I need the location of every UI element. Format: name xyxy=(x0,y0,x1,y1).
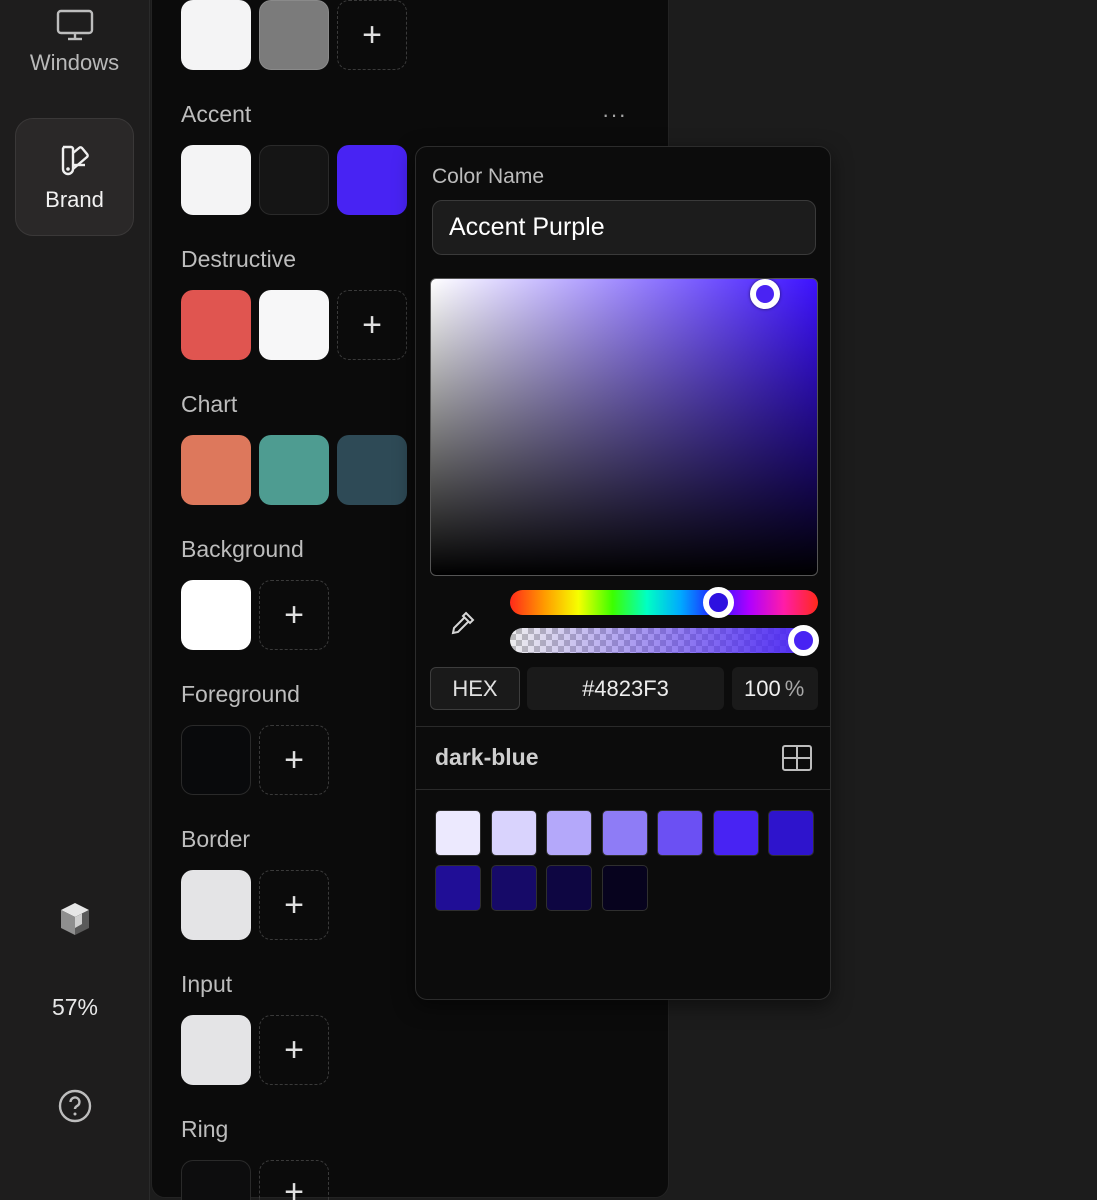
color-name-input[interactable]: Accent Purple xyxy=(432,200,816,255)
hue-slider[interactable] xyxy=(510,587,818,618)
more-options-icon[interactable]: ··· xyxy=(602,102,634,127)
nav-item-brand[interactable]: Brand xyxy=(15,118,134,236)
zoom-level[interactable]: 57% xyxy=(0,994,150,1021)
nav-label-brand: Brand xyxy=(45,187,104,212)
group-label-foreground: Foreground xyxy=(181,681,300,707)
swatch-border-1[interactable] xyxy=(181,870,251,940)
plus-icon: + xyxy=(284,1031,304,1069)
color-picker-popover: Color Name Accent Purple HEX #4823F3 100… xyxy=(415,146,831,1000)
opacity-value: 100 xyxy=(744,676,781,701)
scale-swatch[interactable] xyxy=(712,810,759,856)
add-swatch-button[interactable]: + xyxy=(259,580,329,650)
swatch-chart-3[interactable] xyxy=(337,435,407,505)
opacity-unit: % xyxy=(784,676,805,701)
swatch-input-1[interactable] xyxy=(181,1015,251,1085)
cube-logo xyxy=(0,900,150,943)
scale-swatch[interactable] xyxy=(546,810,592,856)
scale-swatch[interactable] xyxy=(435,865,481,911)
eyedropper-icon[interactable] xyxy=(449,609,477,637)
plus-icon: + xyxy=(362,16,382,54)
swatch-accent-3[interactable] xyxy=(337,145,407,215)
divider xyxy=(416,726,830,727)
plus-icon: + xyxy=(284,1173,304,1200)
group-label-input: Input xyxy=(181,971,233,997)
scale-swatch[interactable] xyxy=(546,865,592,911)
group-label-accent: Accent xyxy=(181,101,252,127)
scale-swatch[interactable] xyxy=(601,865,648,911)
swatch-accent-1[interactable] xyxy=(181,145,251,215)
add-swatch-button[interactable]: + xyxy=(337,290,407,360)
add-swatch-button[interactable]: + xyxy=(259,1015,329,1085)
scale-swatch[interactable] xyxy=(657,810,703,856)
swatch-book-icon xyxy=(61,145,89,176)
color-scale-name: dark-blue xyxy=(435,744,539,770)
color-mode-select[interactable]: HEX xyxy=(430,667,520,710)
grid-view-icon[interactable] xyxy=(781,744,813,772)
scale-swatch[interactable] xyxy=(601,810,648,856)
group-label-ring: Ring xyxy=(181,1116,229,1142)
plus-icon: + xyxy=(362,306,382,344)
swatch-destructive-1[interactable] xyxy=(181,290,251,360)
add-swatch-button[interactable]: + xyxy=(259,1160,329,1200)
plus-icon: + xyxy=(284,886,304,924)
opacity-slider[interactable] xyxy=(510,625,819,656)
swatch-chart-2[interactable] xyxy=(259,435,329,505)
scale-swatch[interactable] xyxy=(490,865,537,911)
plus-icon: + xyxy=(284,596,304,634)
scale-swatch[interactable] xyxy=(768,810,814,856)
nav-label-windows: Windows xyxy=(29,50,120,75)
hex-input[interactable]: #4823F3 xyxy=(527,667,724,710)
divider xyxy=(416,789,830,790)
scale-swatch[interactable] xyxy=(435,810,481,856)
nav-item-windows[interactable]: Windows xyxy=(15,0,134,90)
color-name-label: Color Name xyxy=(432,165,545,188)
opacity-input[interactable]: 100% xyxy=(732,667,818,710)
scale-swatch[interactable] xyxy=(490,810,537,856)
group-label-border: Border xyxy=(181,826,251,852)
add-swatch-button[interactable]: + xyxy=(337,0,407,70)
swatch-chart-1[interactable] xyxy=(181,435,251,505)
swatch-secondary-2[interactable] xyxy=(259,0,329,70)
swatch-ring-1[interactable] xyxy=(181,1160,251,1200)
left-nav-rail: Windows Brand 57% xyxy=(0,0,150,1200)
add-swatch-button[interactable]: + xyxy=(259,870,329,940)
saturation-thumb[interactable] xyxy=(750,279,780,309)
group-label-destructive: Destructive xyxy=(181,246,297,272)
cube-icon xyxy=(61,903,89,935)
group-label-background: Background xyxy=(181,536,304,562)
swatch-background-1[interactable] xyxy=(181,580,251,650)
swatch-secondary-1[interactable] xyxy=(181,0,251,70)
add-swatch-button[interactable]: + xyxy=(259,725,329,795)
saturation-brightness-area[interactable] xyxy=(430,278,818,576)
hue-slider-thumb[interactable] xyxy=(703,587,734,618)
plus-icon: + xyxy=(284,741,304,779)
swatch-destructive-2[interactable] xyxy=(259,290,329,360)
help-button[interactable] xyxy=(0,1088,150,1129)
swatch-accent-2[interactable] xyxy=(259,145,329,215)
swatch-foreground-1[interactable] xyxy=(181,725,251,795)
opacity-slider-thumb[interactable] xyxy=(788,625,819,656)
group-label-chart: Chart xyxy=(181,391,238,417)
help-circle-icon xyxy=(58,1089,92,1123)
monitor-icon xyxy=(56,9,93,41)
